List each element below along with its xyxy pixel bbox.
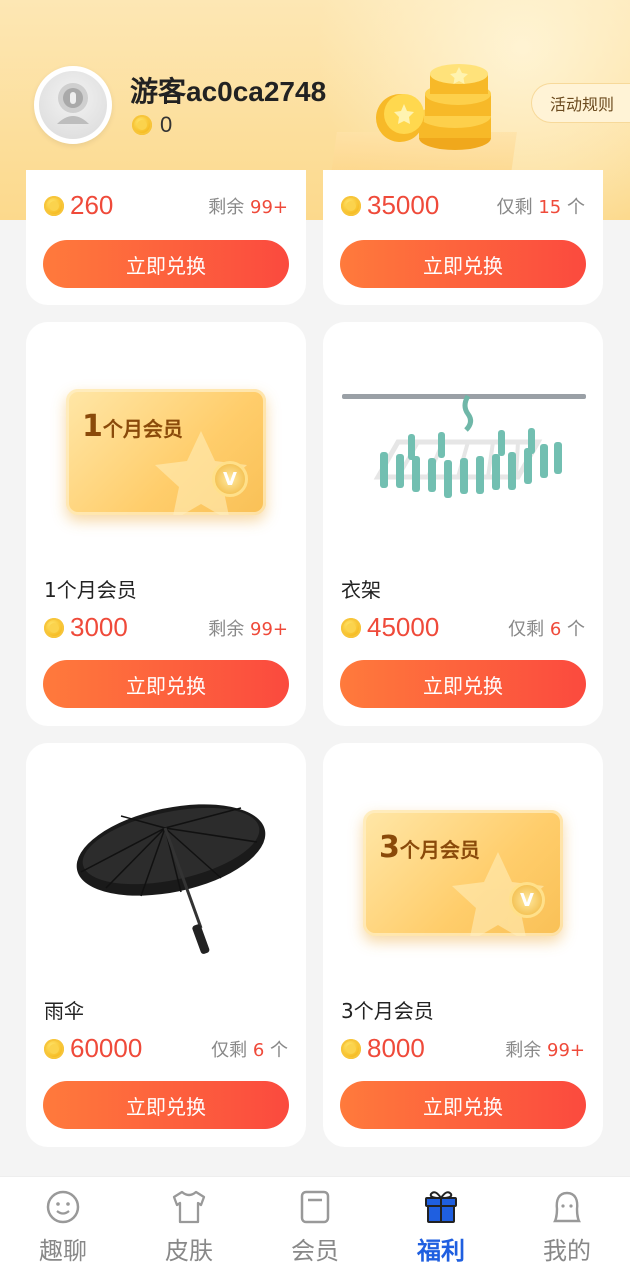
avatar-image [39, 71, 107, 139]
avatar[interactable] [34, 66, 112, 144]
stock-info: 仅剩 6 个 [211, 1039, 288, 1061]
price-row: 3000 剩余 99+ [44, 612, 288, 643]
vip-card-title: 3个月会员 [379, 830, 480, 865]
coin-stack-icon [376, 64, 491, 150]
hanger-icon [342, 394, 586, 498]
reward-image [26, 763, 306, 983]
tab-label: 趣聊 [39, 1237, 87, 1265]
redeem-button[interactable]: 立即兑换 [340, 1081, 586, 1129]
price-row: 35000 仅剩 15 个 [341, 190, 585, 221]
price-value: 60000 [70, 1033, 143, 1063]
coin-icon [341, 617, 361, 638]
coin-icon [44, 617, 64, 638]
reward-card: 1个月会员 V 1个月会员 3000 剩余 99+ 立即兑换 [26, 322, 306, 726]
vip-badge-icon: V [509, 882, 545, 918]
reward-image: 3个月会员 V [323, 763, 603, 983]
tab-vip[interactable]: 会员 [252, 1177, 378, 1280]
reward-card: 260 剩余 99+ 立即兑换 [26, 170, 306, 305]
vip-card-title: 1个月会员 [82, 409, 183, 444]
tab-chat[interactable]: 趣聊 [0, 1177, 126, 1280]
smile-icon [46, 1190, 80, 1224]
coin-icon [341, 195, 361, 216]
reward-card: 3个月会员 V 3个月会员 8000 剩余 99+ 立即兑换 [323, 743, 603, 1147]
shirt-icon [172, 1190, 206, 1224]
coin-icon [44, 195, 64, 216]
redeem-button[interactable]: 立即兑换 [43, 240, 289, 288]
price-value: 8000 [367, 1033, 425, 1063]
reward-name: 3个月会员 [341, 999, 434, 1023]
price-row: 260 剩余 99+ [44, 190, 288, 221]
vip-badge-icon: V [212, 461, 248, 497]
reward-image: 1个月会员 V [26, 342, 306, 562]
card-icon [300, 1190, 330, 1224]
stock-info: 剩余 99+ [505, 1039, 585, 1061]
redeem-button[interactable]: 立即兑换 [340, 660, 586, 708]
reward-card: 雨伞 60000 仅剩 6 个 立即兑换 [26, 743, 306, 1147]
coin-icon [132, 115, 152, 135]
reward-card: 衣架 45000 仅剩 6 个 立即兑换 [323, 322, 603, 726]
price-row: 60000 仅剩 6 个 [44, 1033, 288, 1064]
price-value: 260 [70, 190, 114, 220]
vip-card-image: 1个月会员 V [66, 389, 266, 515]
price-value: 45000 [367, 612, 440, 642]
tab-label: 我的 [543, 1237, 591, 1265]
stock-info: 剩余 99+ [208, 618, 288, 640]
activity-rules-button[interactable]: 活动规则 [530, 83, 630, 123]
reward-name: 1个月会员 [44, 578, 137, 602]
coin-balance: 0 [132, 112, 172, 138]
umbrella-icon [76, 804, 266, 954]
reward-image [323, 342, 603, 562]
price-row: 45000 仅剩 6 个 [341, 612, 585, 643]
gift-icon [425, 1191, 457, 1223]
price-row: 8000 剩余 99+ [341, 1033, 585, 1064]
vip-card-image: 3个月会员 V [363, 810, 563, 936]
tab-label: 福利 [417, 1237, 465, 1265]
coin-icon [44, 1038, 64, 1059]
price-value: 35000 [367, 190, 440, 220]
username: 游客ac0ca2748 [130, 76, 327, 107]
redeem-button[interactable]: 立即兑换 [340, 240, 586, 288]
stock-info: 剩余 99+ [208, 196, 288, 218]
redeem-button[interactable]: 立即兑换 [43, 660, 289, 708]
stock-info: 仅剩 6 个 [508, 618, 585, 640]
tab-label: 会员 [291, 1237, 339, 1265]
user-icon [553, 1191, 581, 1223]
price-value: 3000 [70, 612, 128, 642]
bottom-tab-bar: 趣聊 皮肤 会员 福利 我的 [0, 1176, 630, 1280]
stock-info: 仅剩 15 个 [496, 196, 585, 218]
reward-name: 衣架 [341, 578, 381, 602]
guest-avatar-icon [57, 83, 89, 124]
tab-welfare[interactable]: 福利 [378, 1177, 504, 1280]
tab-skin[interactable]: 皮肤 [126, 1177, 252, 1280]
reward-card: 35000 仅剩 15 个 立即兑换 [323, 170, 603, 305]
coin-count: 0 [160, 112, 173, 137]
reward-name: 雨伞 [44, 999, 84, 1023]
redeem-button[interactable]: 立即兑换 [43, 1081, 289, 1129]
tab-label: 皮肤 [165, 1237, 213, 1265]
coin-icon [341, 1038, 361, 1059]
tab-me[interactable]: 我的 [504, 1177, 630, 1280]
